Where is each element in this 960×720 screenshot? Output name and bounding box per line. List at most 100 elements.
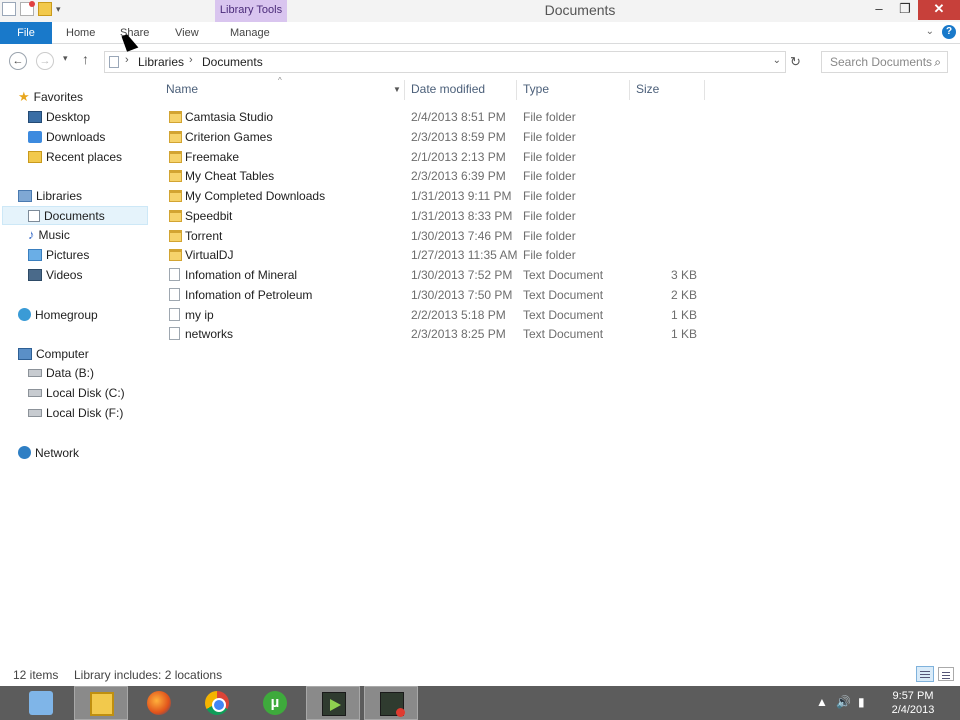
file-name: Speedbit [185, 209, 233, 223]
videos-icon [28, 269, 42, 281]
taskbar-file-explorer[interactable] [74, 686, 128, 720]
file-row[interactable]: networks 2/3/2013 8:25 PM Text Document … [160, 325, 705, 344]
taskbar-utorrent[interactable]: µ [248, 686, 302, 720]
column-divider[interactable] [516, 80, 517, 100]
breadcrumb-documents[interactable]: Documents [202, 55, 263, 69]
search-placeholder: Search Documents [830, 55, 933, 69]
forward-button[interactable]: → [36, 52, 54, 70]
file-name: Freemake [185, 150, 240, 164]
nav-libraries[interactable]: Libraries [18, 187, 82, 205]
camtasia-studio-icon [322, 692, 346, 716]
nav-videos[interactable]: Videos [28, 266, 82, 284]
close-button[interactable]: ✕ [918, 0, 960, 20]
search-icon[interactable]: ⌕ [934, 55, 941, 70]
tab-home[interactable]: Home [66, 22, 95, 44]
refresh-button[interactable]: ↻ [790, 54, 801, 70]
network-status-icon[interactable]: ▮ [858, 695, 865, 709]
nav-favorites[interactable]: ★ Favorites [18, 88, 83, 106]
minimize-button[interactable]: – [866, 0, 892, 20]
breadcrumb-separator-icon[interactable]: › [125, 54, 129, 66]
file-row[interactable]: Criterion Games 2/3/2013 8:59 PM File fo… [160, 128, 705, 147]
nav-recent-places[interactable]: Recent places [28, 148, 122, 166]
nav-favorites-label: Favorites [33, 90, 84, 104]
file-row[interactable]: Camtasia Studio 2/4/2013 8:51 PM File fo… [160, 108, 705, 127]
expand-ribbon-icon[interactable]: ⌄ [926, 26, 934, 37]
column-divider[interactable] [404, 80, 405, 100]
show-hidden-icons-icon[interactable]: ▲ [816, 695, 828, 709]
taskbar-firefox[interactable] [132, 686, 186, 720]
file-size: 1 KB [670, 327, 697, 341]
column-divider[interactable] [704, 80, 705, 100]
file-row[interactable]: Torrent 1/30/2013 7:46 PM File folder [160, 227, 705, 246]
large-icons-view-icon[interactable] [938, 667, 954, 681]
tab-file[interactable]: File [0, 22, 52, 44]
nav-desktop[interactable]: Desktop [28, 108, 90, 126]
address-bar[interactable]: › Libraries › Documents ⌄ [104, 51, 786, 73]
file-row[interactable]: Speedbit 1/31/2013 8:33 PM File folder [160, 207, 705, 226]
column-header-date-modified[interactable]: Date modified [411, 82, 485, 100]
nav-drive-b[interactable]: Data (B:) [28, 364, 94, 382]
file-name: networks [185, 327, 234, 341]
file-row[interactable]: VirtualDJ 1/27/2013 11:35 AM File folder [160, 246, 705, 265]
taskbar-camtasia-studio[interactable] [306, 686, 360, 720]
homegroup-icon [18, 308, 31, 321]
text-document-icon [169, 268, 180, 281]
item-count: 12 items [13, 668, 59, 682]
file-row[interactable]: My Cheat Tables 2/3/2013 6:39 PM File fo… [160, 167, 705, 186]
nav-downloads[interactable]: Downloads [28, 128, 105, 146]
file-type: File folder [523, 130, 576, 144]
file-row[interactable]: Freemake 2/1/2013 2:13 PM File folder [160, 148, 705, 167]
taskbar-chrome[interactable] [190, 686, 244, 720]
breadcrumb-separator-icon[interactable]: › [189, 54, 193, 66]
nav-network[interactable]: Network [18, 444, 79, 462]
address-history-icon[interactable]: ⌄ [773, 55, 781, 66]
file-row[interactable]: my ip 2/2/2013 5:18 PM Text Document 1 K… [160, 306, 705, 325]
nav-drive-c[interactable]: Local Disk (C:) [28, 384, 125, 402]
restore-button[interactable]: ❐ [892, 0, 918, 20]
search-input[interactable]: Search Documents ⌕ [821, 51, 948, 73]
column-header-size[interactable]: Size [636, 82, 659, 100]
nav-documents[interactable]: Documents [28, 207, 105, 225]
nav-desktop-label: Desktop [46, 110, 91, 124]
volume-icon[interactable]: 🔊 [836, 695, 851, 709]
taskbar-camtasia-recorder[interactable] [364, 686, 418, 720]
drive-icon [28, 369, 42, 377]
nav-computer-label: Computer [36, 347, 89, 361]
system-clock[interactable]: 9:57 PM 2/4/2013 [889, 689, 937, 717]
file-row[interactable]: Infomation of Petroleum 1/30/2013 7:50 P… [160, 286, 705, 305]
help-icon[interactable]: ? [942, 25, 956, 39]
file-row[interactable]: Infomation of Mineral 1/30/2013 7:52 PM … [160, 266, 705, 285]
nav-music[interactable]: ♪ Music [28, 226, 70, 244]
file-name: Torrent [185, 229, 223, 243]
back-button[interactable]: ← [9, 52, 27, 70]
taskbar: µ ▲ 🔊 ▮ 9:57 PM 2/4/2013 [0, 686, 960, 720]
tab-manage[interactable]: Manage [230, 22, 270, 44]
network-icon [18, 446, 31, 459]
nav-network-label: Network [35, 446, 80, 460]
file-date: 2/4/2013 8:51 PM [411, 110, 506, 124]
nav-downloads-label: Downloads [46, 130, 106, 144]
nav-computer[interactable]: Computer [18, 345, 89, 363]
folder-icon [169, 230, 182, 242]
file-type: File folder [523, 209, 576, 223]
up-button[interactable]: ↑ [82, 51, 89, 67]
column-divider[interactable] [629, 80, 630, 100]
tab-view[interactable]: View [175, 22, 199, 44]
music-icon: ♪ [28, 227, 35, 242]
details-view-icon[interactable] [916, 666, 934, 682]
nav-drive-f[interactable]: Local Disk (F:) [28, 404, 123, 422]
recent-locations-icon[interactable]: ▾ [63, 53, 68, 64]
nav-homegroup-label: Homegroup [35, 308, 98, 322]
file-date: 2/3/2013 8:59 PM [411, 130, 506, 144]
column-header-name[interactable]: Name [166, 82, 198, 100]
nav-pictures[interactable]: Pictures [28, 246, 89, 264]
nav-homegroup[interactable]: Homegroup [18, 306, 98, 324]
column-filter-dropdown-icon[interactable]: ▼ [393, 85, 401, 94]
ribbon: File Home Share View Manage ⌄ ? [0, 22, 960, 44]
file-row[interactable]: My Completed Downloads 1/31/2013 9:11 PM… [160, 187, 705, 206]
breadcrumb-libraries[interactable]: Libraries [138, 55, 184, 69]
file-date: 1/31/2013 8:33 PM [411, 209, 513, 223]
status-bar: 12 items Library includes: 2 locations [0, 662, 960, 686]
taskbar-internet-explorer[interactable] [14, 686, 68, 720]
column-header-type[interactable]: Type [523, 82, 549, 100]
